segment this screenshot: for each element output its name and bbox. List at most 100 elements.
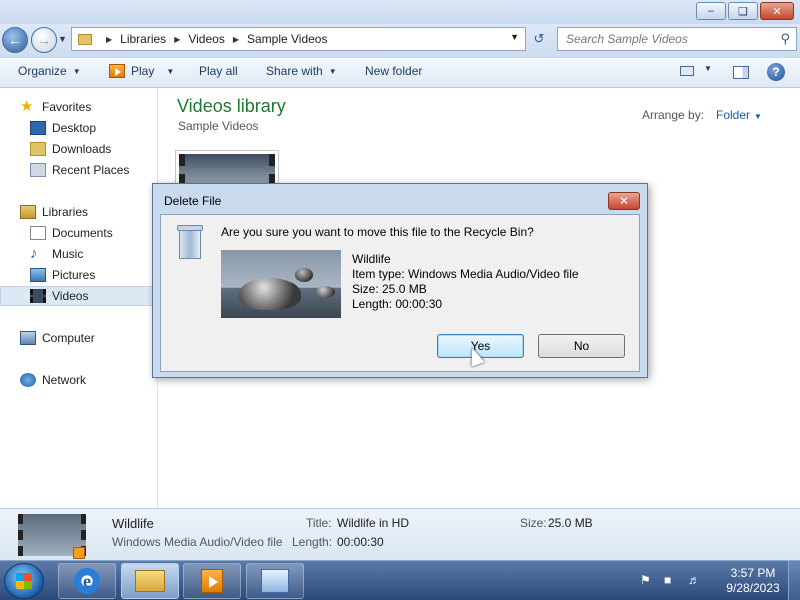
breadcrumb-sample-videos[interactable]: Sample Videos (247, 32, 328, 46)
clock-time: 3:57 PM (730, 566, 776, 580)
nav-network-label: Network (42, 373, 87, 387)
forward-arrow-icon: → (37, 32, 51, 48)
breadcrumb-arrow-icon[interactable]: ▶ (106, 35, 112, 44)
file-item-type: Item type: Windows Media Audio/Video fil… (352, 267, 579, 281)
dialog-close-button[interactable]: ✕ (608, 192, 640, 210)
back-button[interactable]: ← (2, 27, 28, 53)
taskbar-control-panel[interactable] (246, 563, 304, 599)
media-player-icon (201, 569, 223, 593)
breadcrumb-arrow-icon[interactable]: ▶ (174, 35, 180, 44)
nav-computer-label: Computer (42, 331, 95, 345)
show-desktop-button[interactable] (788, 561, 800, 600)
details-pane: Wildlife Windows Media Audio/Video file … (0, 508, 800, 560)
nav-documents-label: Documents (52, 226, 113, 240)
nav-music[interactable]: ♪ Music (30, 244, 83, 264)
maximize-button[interactable]: ❏ (728, 2, 758, 20)
preview-pane-icon[interactable] (733, 66, 749, 79)
nav-recent-places-label: Recent Places (52, 163, 130, 177)
taskbar-media-player[interactable] (183, 563, 241, 599)
libraries-icon (20, 205, 36, 219)
nav-videos[interactable]: Videos (0, 286, 158, 306)
volume-icon[interactable]: ♬ (688, 573, 702, 587)
nav-favorites[interactable]: ★ Favorites (20, 97, 91, 117)
desktop-icon (30, 121, 46, 135)
nav-documents[interactable]: Documents (30, 223, 113, 243)
nav-videos-label: Videos (52, 289, 89, 303)
details-thumbnail (18, 514, 86, 559)
nav-recent-places[interactable]: Recent Places (30, 160, 129, 180)
details-title-value[interactable]: Wildlife in HD (337, 516, 409, 530)
clock-date: 9/28/2023 (726, 581, 780, 595)
play-icon (109, 64, 125, 78)
nav-pictures[interactable]: Pictures (30, 265, 95, 285)
forward-button[interactable]: → (31, 27, 57, 53)
refresh-button[interactable]: ↺ (528, 27, 550, 51)
breadcrumb-arrow-icon[interactable]: ▶ (233, 35, 239, 44)
chevron-down-icon: ▼ (754, 112, 762, 121)
chevron-down-icon: ▼ (328, 66, 337, 76)
address-bar[interactable]: ▶ Libraries ▶ Videos ▶ Sample Videos ▼ (71, 27, 526, 51)
nav-desktop[interactable]: Desktop (30, 118, 96, 138)
file-thumbnail (221, 250, 341, 318)
chevron-down-icon[interactable]: ▼ (704, 64, 712, 73)
search-input[interactable]: Search Sample Videos ⚲ (557, 27, 797, 51)
dialog-title: Delete File (164, 194, 222, 208)
minimize-button[interactable]: – (696, 2, 726, 20)
taskbar-internet-explorer[interactable]: e (58, 563, 116, 599)
details-length-value: 00:00:30 (337, 535, 384, 549)
nav-pictures-label: Pictures (52, 268, 96, 282)
arrange-by-dropdown[interactable]: Folder ▼ (716, 108, 762, 122)
play-button[interactable]: Play ▼ (109, 64, 174, 78)
system-clock[interactable]: 3:57 PM 9/28/2023 (724, 566, 782, 596)
change-view-icon[interactable] (680, 66, 694, 76)
media-badge-icon (73, 547, 85, 559)
file-length: Length: 00:00:30 (352, 297, 443, 311)
dialog-question: Are you sure you want to move this file … (221, 225, 534, 239)
recycle-bin-icon (177, 225, 203, 261)
nav-libraries[interactable]: Libraries (20, 202, 88, 222)
thumbnail-subject (239, 278, 301, 310)
command-bar: Organize ▼ Play ▼ Play all Share with ▼ New… (0, 58, 800, 88)
chevron-down-icon[interactable]: ▼ (166, 67, 174, 76)
close-button[interactable]: ✕ (760, 2, 794, 20)
address-dropdown-icon[interactable]: ▼ (510, 32, 519, 42)
downloads-folder-icon (30, 142, 46, 156)
new-folder-button[interactable]: New folder (365, 64, 422, 78)
network-status-icon[interactable]: ■ (664, 573, 678, 587)
nav-music-label: Music (52, 247, 84, 261)
nav-downloads[interactable]: Downloads (30, 139, 111, 159)
taskbar-windows-explorer[interactable] (121, 563, 179, 599)
file-name: Wildlife (352, 252, 391, 266)
recent-pages-dropdown[interactable]: ▼ (58, 34, 67, 44)
details-file-type: Windows Media Audio/Video file (112, 535, 283, 549)
no-button[interactable]: No (538, 334, 625, 358)
video-thumbnail (179, 154, 275, 186)
breadcrumb-libraries[interactable]: Libraries (120, 32, 166, 46)
network-icon (20, 373, 36, 387)
details-file-name: Wildlife (112, 516, 154, 531)
details-length-label: Length: (292, 535, 333, 549)
videos-icon (30, 289, 46, 303)
folder-icon (78, 33, 92, 45)
windows-logo-icon (16, 573, 32, 589)
control-panel-icon (261, 569, 289, 593)
nav-favorites-label: Favorites (42, 100, 92, 114)
music-icon: ♪ (30, 245, 38, 262)
help-icon[interactable]: ? (767, 63, 785, 81)
share-with-button[interactable]: Share with ▼ (266, 64, 337, 78)
nav-network[interactable]: Network (20, 370, 86, 390)
play-label: Play (131, 64, 155, 78)
nav-computer[interactable]: Computer (20, 328, 95, 348)
breadcrumb-videos[interactable]: Videos (188, 32, 224, 46)
organize-button[interactable]: Organize ▼ (18, 64, 81, 78)
star-icon: ★ (20, 98, 34, 115)
search-icon[interactable]: ⚲ (780, 31, 790, 47)
address-bar-area: ← → ▼ ▶ Libraries ▶ Videos ▶ Sample Vide… (0, 24, 800, 58)
action-center-flag-icon[interactable]: ⚑ (640, 573, 654, 587)
play-all-button[interactable]: Play all (199, 64, 238, 78)
chevron-down-icon: ▼ (72, 66, 81, 76)
navigation-pane: ★ Favorites Desktop Downloads Recent Pla… (0, 88, 158, 508)
details-size-label: Size: (520, 516, 547, 530)
start-button[interactable] (4, 563, 44, 599)
nav-desktop-label: Desktop (52, 121, 97, 135)
